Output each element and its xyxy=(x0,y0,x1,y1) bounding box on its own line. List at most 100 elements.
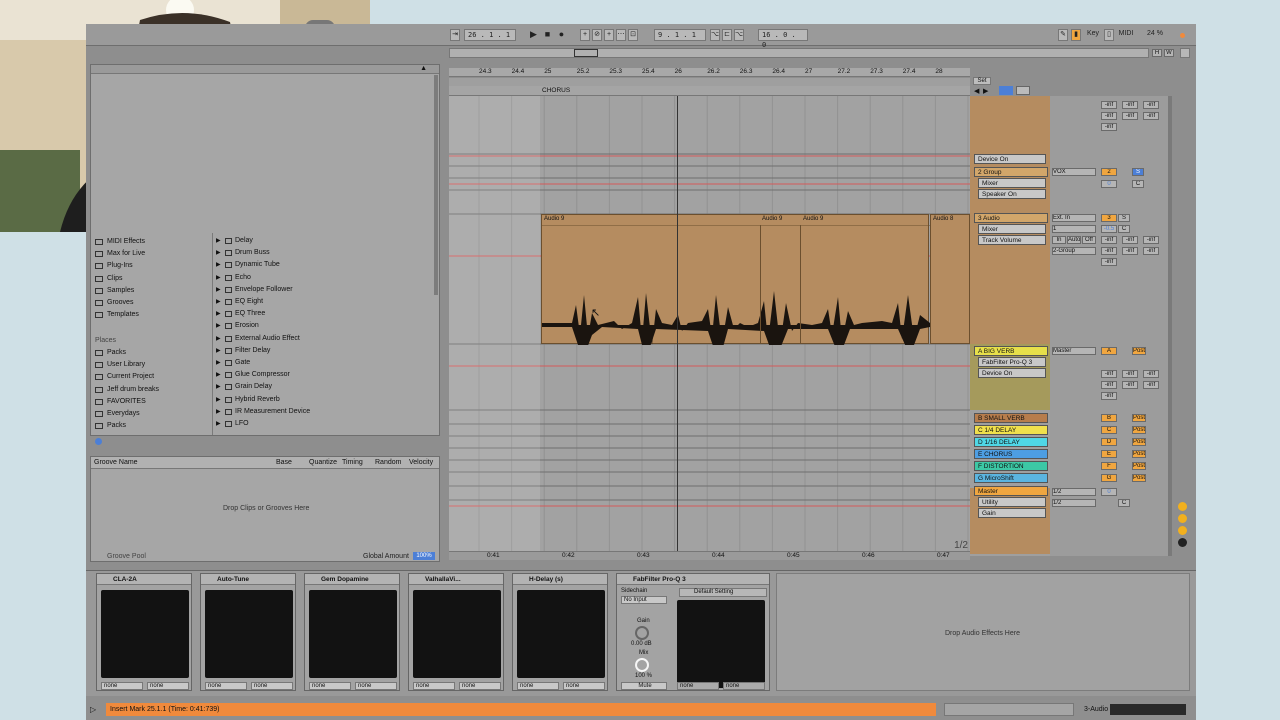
plugin-display[interactable] xyxy=(309,590,397,678)
monitor-in-button[interactable]: In xyxy=(1052,236,1066,244)
effect-item[interactable]: Gate xyxy=(235,359,250,366)
send-inf[interactable]: -inf xyxy=(1101,101,1117,109)
master-pan[interactable]: C xyxy=(1118,499,1130,507)
device-sel-a[interactable]: none xyxy=(309,682,351,690)
plugin-display[interactable] xyxy=(205,590,293,678)
capture-icon[interactable]: ⋯ xyxy=(616,29,626,41)
browser-scrollbar[interactable] xyxy=(434,75,438,295)
device-sel-b[interactable]: none xyxy=(563,682,605,690)
play-small-icon[interactable]: ▷ xyxy=(90,705,96,714)
time-ruler[interactable]: 0:41 0:42 0:43 0:44 0:45 0:46 0:47 xyxy=(449,551,970,560)
expand-icon[interactable]: ▶ xyxy=(216,310,221,317)
category-item[interactable]: Samples xyxy=(107,287,134,294)
play-icon[interactable]: ▶ xyxy=(528,29,539,41)
effects-drop-zone[interactable]: Drop Audio Effects Here xyxy=(776,573,1190,691)
locator-lane[interactable]: CHORUS xyxy=(449,86,970,96)
set-locator-button[interactable]: Set xyxy=(973,77,991,85)
expand-icon[interactable]: ▶ xyxy=(216,383,221,390)
session-record-icon[interactable]: ⊡ xyxy=(628,29,638,41)
return-f-activator[interactable]: F xyxy=(1101,462,1117,470)
audio-clip-end[interactable]: Audio 8 xyxy=(930,214,970,344)
plugin-display[interactable] xyxy=(101,590,189,678)
groove-col-base[interactable]: Base xyxy=(276,459,292,466)
place-item[interactable]: User Library xyxy=(107,361,145,368)
return-a-output[interactable]: Master xyxy=(1052,347,1096,355)
overview-h-button[interactable]: H xyxy=(1152,49,1162,57)
overview-w-button[interactable]: W xyxy=(1164,49,1174,57)
device-sel-b[interactable]: none xyxy=(459,682,501,690)
expand-icon[interactable]: ▶ xyxy=(216,359,221,366)
track-mini-strip[interactable] xyxy=(1110,704,1186,715)
track-2-group-title[interactable]: 2 Group xyxy=(974,167,1048,177)
send-inf[interactable]: -inf xyxy=(1122,236,1138,244)
stop-icon[interactable]: ■ xyxy=(542,29,553,41)
add-folder-icon[interactable] xyxy=(95,438,102,445)
preset-chooser[interactable]: Default Setting xyxy=(679,588,767,597)
return-a-device-chooser[interactable]: FabFilter Pro-Q 3 xyxy=(978,357,1046,367)
send-inf[interactable]: -inf xyxy=(1122,370,1138,378)
browser-search-bar[interactable]: ▲ xyxy=(91,65,439,74)
send-inf[interactable]: -inf xyxy=(1143,381,1159,389)
audio-chain-chooser[interactable]: Mixer xyxy=(978,224,1046,234)
effect-item[interactable]: LFO xyxy=(235,420,249,427)
return-b-activator[interactable]: B xyxy=(1101,414,1117,422)
send-inf[interactable]: -inf xyxy=(1122,247,1138,255)
return-g-activator[interactable]: G xyxy=(1101,474,1117,482)
return-e-activator[interactable]: E xyxy=(1101,450,1117,458)
effect-item[interactable]: EQ Eight xyxy=(235,298,263,305)
effect-item[interactable]: Delay xyxy=(235,237,253,244)
device-sel-a[interactable]: none xyxy=(205,682,247,690)
send-inf[interactable]: -inf xyxy=(1101,258,1117,266)
group-input-chooser[interactable]: VOX xyxy=(1052,168,1096,176)
return-c-post[interactable]: Post xyxy=(1132,426,1146,434)
send-inf[interactable]: -inf xyxy=(1143,112,1159,120)
track-2-solo[interactable]: S xyxy=(1132,168,1144,176)
category-item[interactable]: Clips xyxy=(107,275,123,282)
group-param-chooser[interactable]: Speaker On xyxy=(978,189,1046,199)
locator-chorus[interactable]: CHORUS xyxy=(542,87,570,94)
device-sel-a[interactable]: none xyxy=(101,682,143,690)
scroll-toggle-icon[interactable] xyxy=(1180,48,1190,58)
key-map-label[interactable]: Key xyxy=(1084,29,1102,41)
effect-item[interactable]: EQ Three xyxy=(235,310,265,317)
effect-item[interactable]: Glue Compressor xyxy=(235,371,290,378)
effect-item[interactable]: Echo xyxy=(235,274,251,281)
arrangement-overview[interactable] xyxy=(449,48,1149,58)
io-toggle-icon[interactable] xyxy=(1016,86,1030,95)
master-io-2[interactable]: 1/2 xyxy=(1052,499,1096,507)
view-switch-icon[interactable] xyxy=(1178,502,1187,511)
groove-col-quantize[interactable]: Quantize xyxy=(309,459,337,466)
send-inf[interactable]: -inf xyxy=(1101,112,1117,120)
track-2-volume[interactable]: 0 xyxy=(1101,180,1117,188)
audio-output-chooser[interactable]: 2-Group xyxy=(1052,247,1096,255)
expand-icon[interactable]: ▶ xyxy=(216,408,221,415)
group-device-chooser[interactable]: Device On xyxy=(974,154,1046,164)
place-item[interactable]: Packs xyxy=(107,422,126,429)
return-c-activator[interactable]: C xyxy=(1101,426,1117,434)
mixer-scrollbar[interactable] xyxy=(1168,96,1172,556)
draw-mode-icon[interactable]: ✎ xyxy=(1058,29,1068,41)
category-item[interactable]: MIDI Effects xyxy=(107,238,145,245)
return-d-post[interactable]: Post xyxy=(1132,438,1146,446)
send-inf[interactable]: -inf xyxy=(1143,370,1159,378)
loop-icon[interactable]: ⊏ xyxy=(722,29,732,41)
punch-out-icon[interactable]: ⌥ xyxy=(734,29,744,41)
send-inf[interactable]: -inf xyxy=(1101,236,1117,244)
track-3-volume[interactable]: -0.5 xyxy=(1101,225,1117,233)
place-item[interactable]: Packs xyxy=(107,349,126,356)
expand-icon[interactable]: ▶ xyxy=(216,286,221,293)
midi-map-label[interactable]: MIDI xyxy=(1116,29,1136,41)
mini-overview[interactable] xyxy=(944,703,1074,716)
device-title[interactable]: ValhallaVi... xyxy=(409,574,503,585)
device-sel-b[interactable]: none xyxy=(355,682,397,690)
device-title[interactable]: Auto-Tune xyxy=(201,574,295,585)
song-position[interactable]: 26 . 1 . 1 xyxy=(464,29,516,41)
global-amount-value[interactable]: 100% xyxy=(413,552,435,560)
arm-session-icon[interactable] xyxy=(999,86,1013,95)
view-switch-icon[interactable] xyxy=(1178,526,1187,535)
return-g-post[interactable]: Post xyxy=(1132,474,1146,482)
send-inf[interactable]: -inf xyxy=(1101,381,1117,389)
audio-input-type[interactable]: Ext. In xyxy=(1052,214,1096,222)
expand-icon[interactable]: ▶ xyxy=(216,420,221,427)
return-b-title[interactable]: B SMALL VERB xyxy=(974,413,1048,423)
